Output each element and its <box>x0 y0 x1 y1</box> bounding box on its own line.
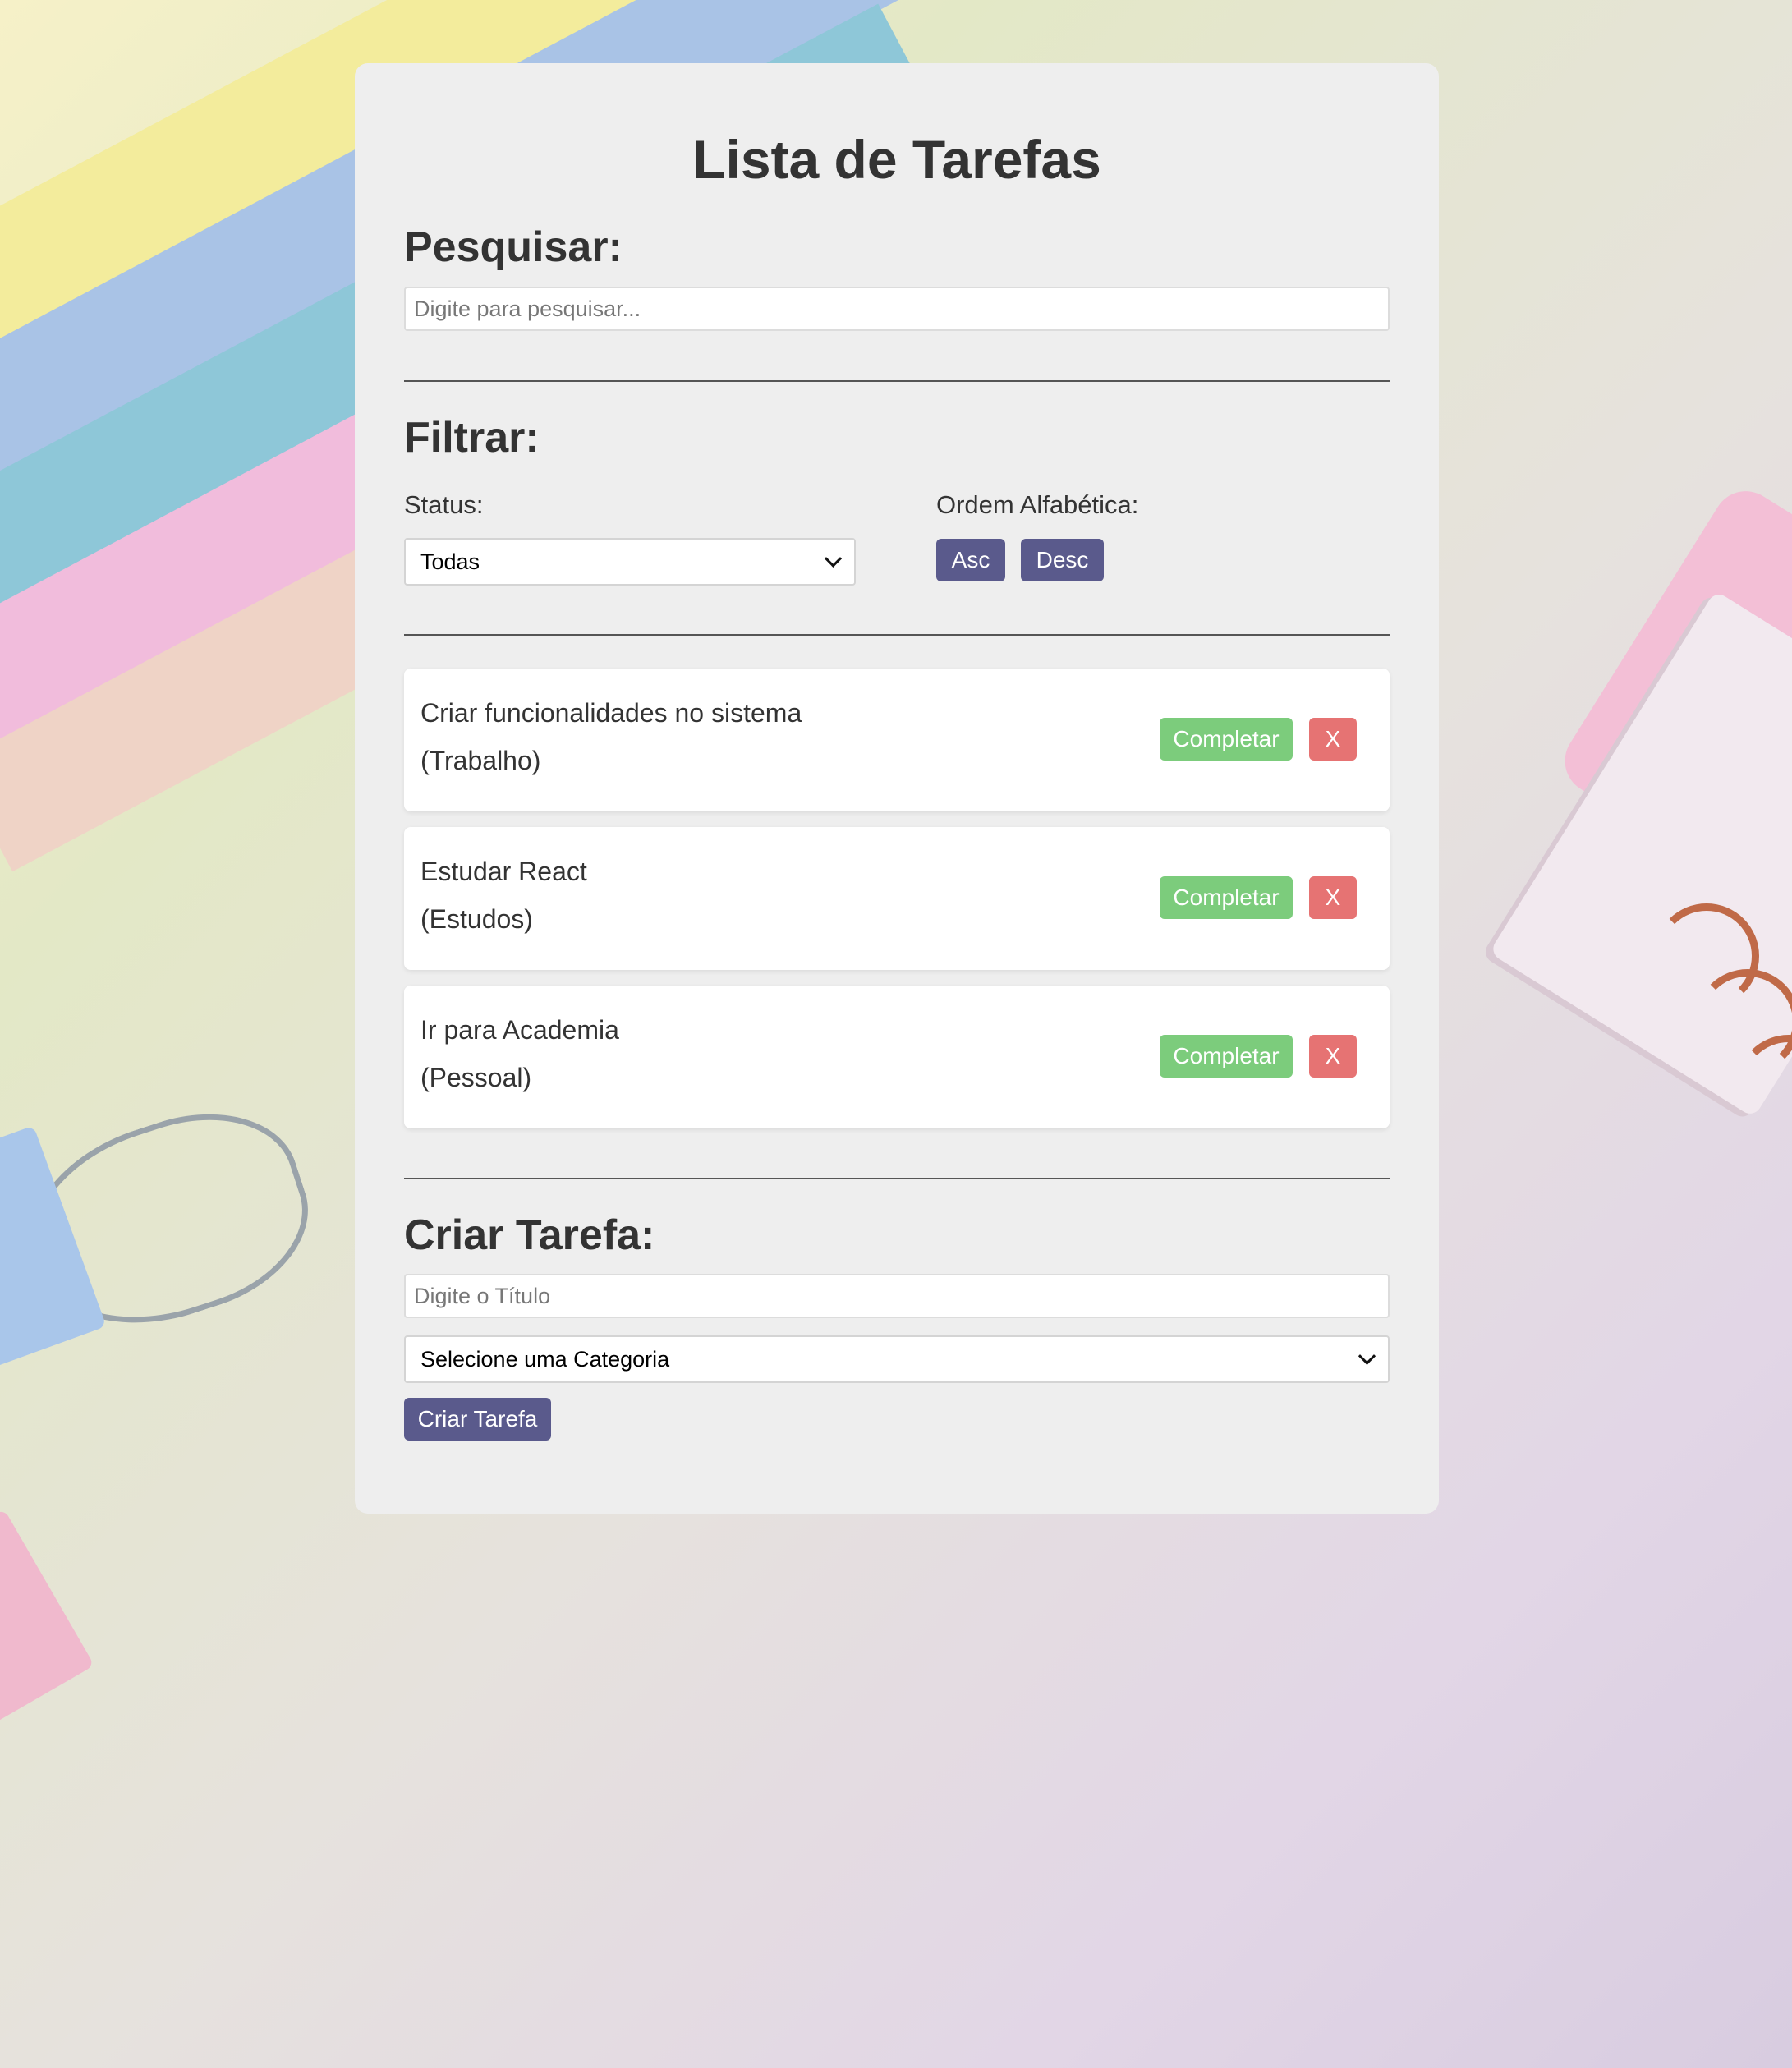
category-select-value: Selecione uma Categoria <box>420 1346 670 1372</box>
chevron-down-icon <box>1358 1347 1376 1365</box>
task-item: Ir para Academia (Pessoal) Completar X <box>404 986 1390 1128</box>
task-title: Ir para Academia <box>420 1015 619 1045</box>
divider <box>404 1178 1390 1179</box>
background-pink-object <box>1552 479 1792 885</box>
background-notebook <box>1489 590 1792 1119</box>
complete-task-button[interactable]: Completar <box>1160 1035 1293 1078</box>
page-title: Lista de Tarefas <box>692 129 1101 190</box>
background-ring <box>1736 1035 1792 1140</box>
status-label: Status: <box>404 490 484 519</box>
task-category: (Pessoal) <box>420 1063 532 1092</box>
task-item: Estudar React (Estudos) Completar X <box>404 827 1390 970</box>
status-select-value: Todas <box>420 549 480 574</box>
order-label: Ordem Alfabética: <box>936 490 1139 519</box>
background-binder-clip-pink <box>0 1509 94 1727</box>
task-category: (Trabalho) <box>420 746 541 775</box>
remove-task-button[interactable]: X <box>1309 1035 1357 1078</box>
category-select[interactable]: Selecione uma Categoria <box>404 1335 1390 1383</box>
search-heading: Pesquisar: <box>404 223 623 271</box>
create-task-button[interactable]: Criar Tarefa <box>404 1398 551 1441</box>
todo-card: Lista de Tarefas Pesquisar: Filtrar: Sta… <box>355 63 1439 1514</box>
background-ring <box>1695 969 1792 1074</box>
background-ring <box>1654 903 1759 1009</box>
status-select[interactable]: Todas <box>404 538 856 586</box>
task-title: Criar funcionalidades no sistema <box>420 698 802 728</box>
search-input[interactable] <box>404 287 1390 331</box>
background-binder-clip <box>0 1125 107 1372</box>
sort-desc-button[interactable]: Desc <box>1021 539 1104 581</box>
remove-task-button[interactable]: X <box>1309 718 1357 761</box>
divider <box>404 380 1390 382</box>
complete-task-button[interactable]: Completar <box>1160 876 1293 919</box>
task-title: Estudar React <box>420 857 587 886</box>
create-task-heading: Criar Tarefa: <box>404 1211 655 1259</box>
task-title-input[interactable] <box>404 1274 1390 1318</box>
task-category: (Estudos) <box>420 904 533 934</box>
task-item: Criar funcionalidades no sistema (Trabal… <box>404 669 1390 811</box>
background-binder-clip-wire <box>2 1086 330 1357</box>
sort-asc-button[interactable]: Asc <box>936 539 1005 581</box>
chevron-down-icon <box>824 549 843 568</box>
filter-heading: Filtrar: <box>404 414 540 462</box>
remove-task-button[interactable]: X <box>1309 876 1357 919</box>
complete-task-button[interactable]: Completar <box>1160 718 1293 761</box>
divider <box>404 634 1390 636</box>
